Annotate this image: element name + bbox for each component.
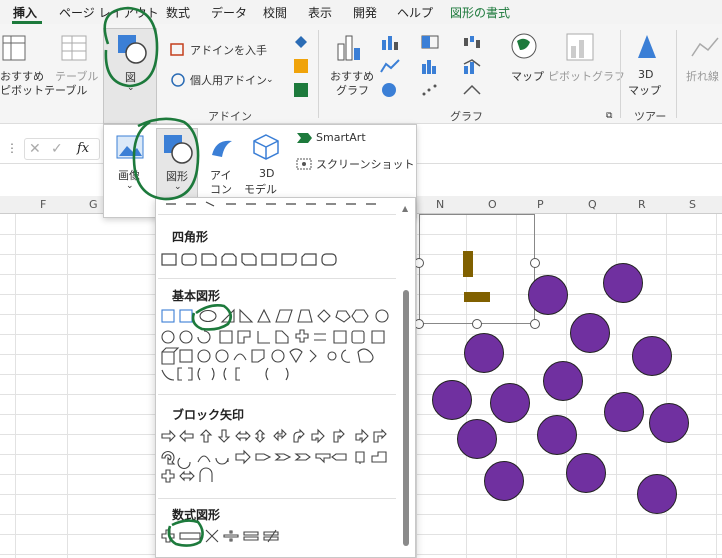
annotation-overlay [103,6,233,547]
annotation-circle [191,304,233,331]
annotation-circle [103,6,159,88]
annotation-circle [132,117,200,201]
annotation-circle [167,519,204,547]
